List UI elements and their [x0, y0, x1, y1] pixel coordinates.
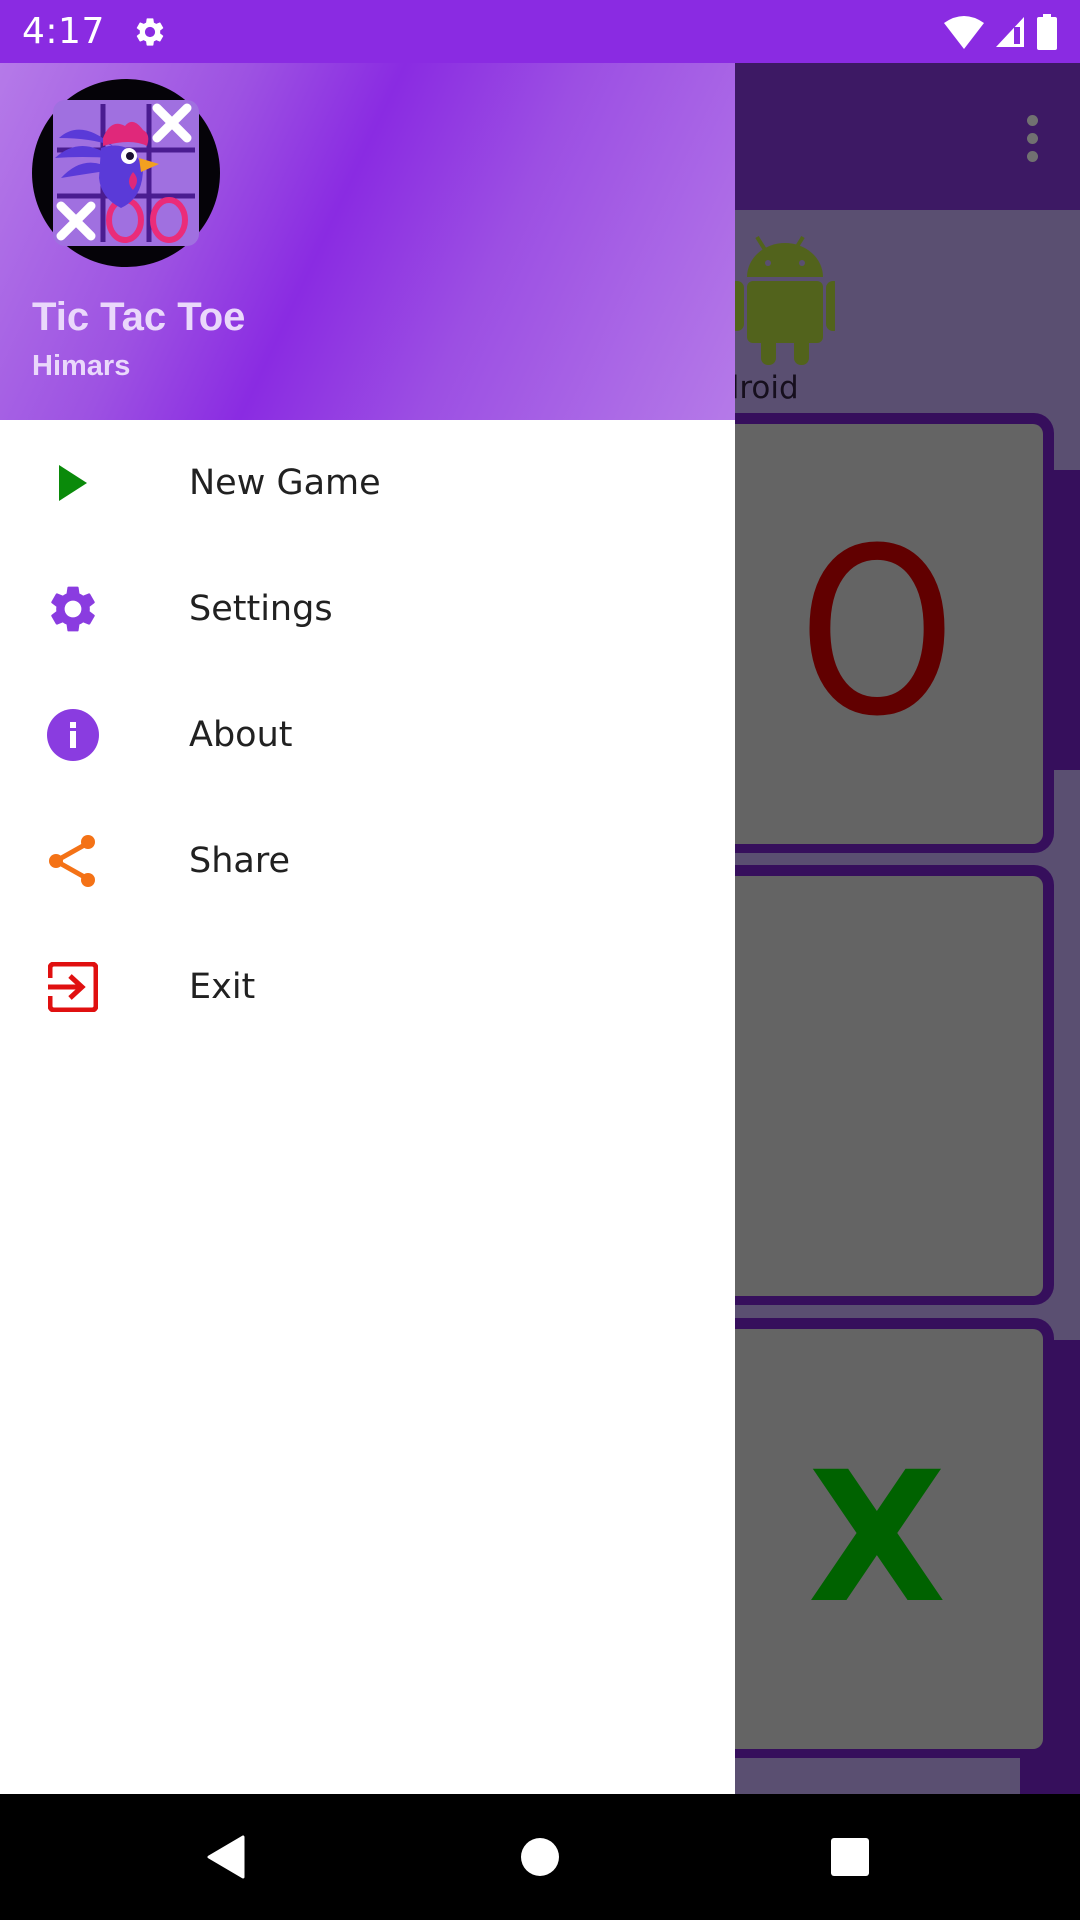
info-icon: [45, 707, 101, 763]
battery-icon: [1037, 13, 1057, 50]
menu-item-share[interactable]: Share: [0, 798, 735, 924]
gear-icon: [45, 581, 101, 637]
cellular-signal-icon: [996, 16, 1024, 47]
drawer-header-title: Tic Tac Toe: [32, 295, 246, 339]
settings-icon: [133, 15, 167, 49]
navigation-drawer: Tic Tac Toe Himars New Game Settings Abo…: [0, 63, 735, 1794]
drawer-header: Tic Tac Toe Himars: [0, 63, 735, 420]
system-nav-bar: [0, 1794, 1080, 1920]
menu-item-label: Exit: [189, 967, 256, 1007]
menu-item-label: About: [189, 715, 293, 755]
recents-icon[interactable]: [820, 1827, 880, 1887]
drawer-menu: New Game Settings About Share Exit: [0, 420, 735, 1050]
back-icon[interactable]: [195, 1827, 255, 1887]
menu-item-exit[interactable]: Exit: [0, 924, 735, 1050]
home-icon[interactable]: [510, 1827, 570, 1887]
menu-item-new-game[interactable]: New Game: [0, 420, 735, 546]
status-time: 4:17: [22, 11, 105, 52]
menu-item-label: Share: [189, 841, 291, 881]
menu-item-settings[interactable]: Settings: [0, 546, 735, 672]
drawer-header-subtitle: Himars: [32, 350, 131, 382]
play-icon: [45, 455, 101, 511]
exit-icon: [45, 959, 101, 1015]
menu-item-label: New Game: [189, 463, 381, 503]
rooster-tic-tac-toe-logo: [32, 79, 220, 267]
wifi-icon: [944, 15, 984, 49]
status-bar: 4:17: [0, 0, 1080, 63]
menu-item-about[interactable]: About: [0, 672, 735, 798]
share-icon: [45, 833, 101, 889]
menu-item-label: Settings: [189, 589, 333, 629]
